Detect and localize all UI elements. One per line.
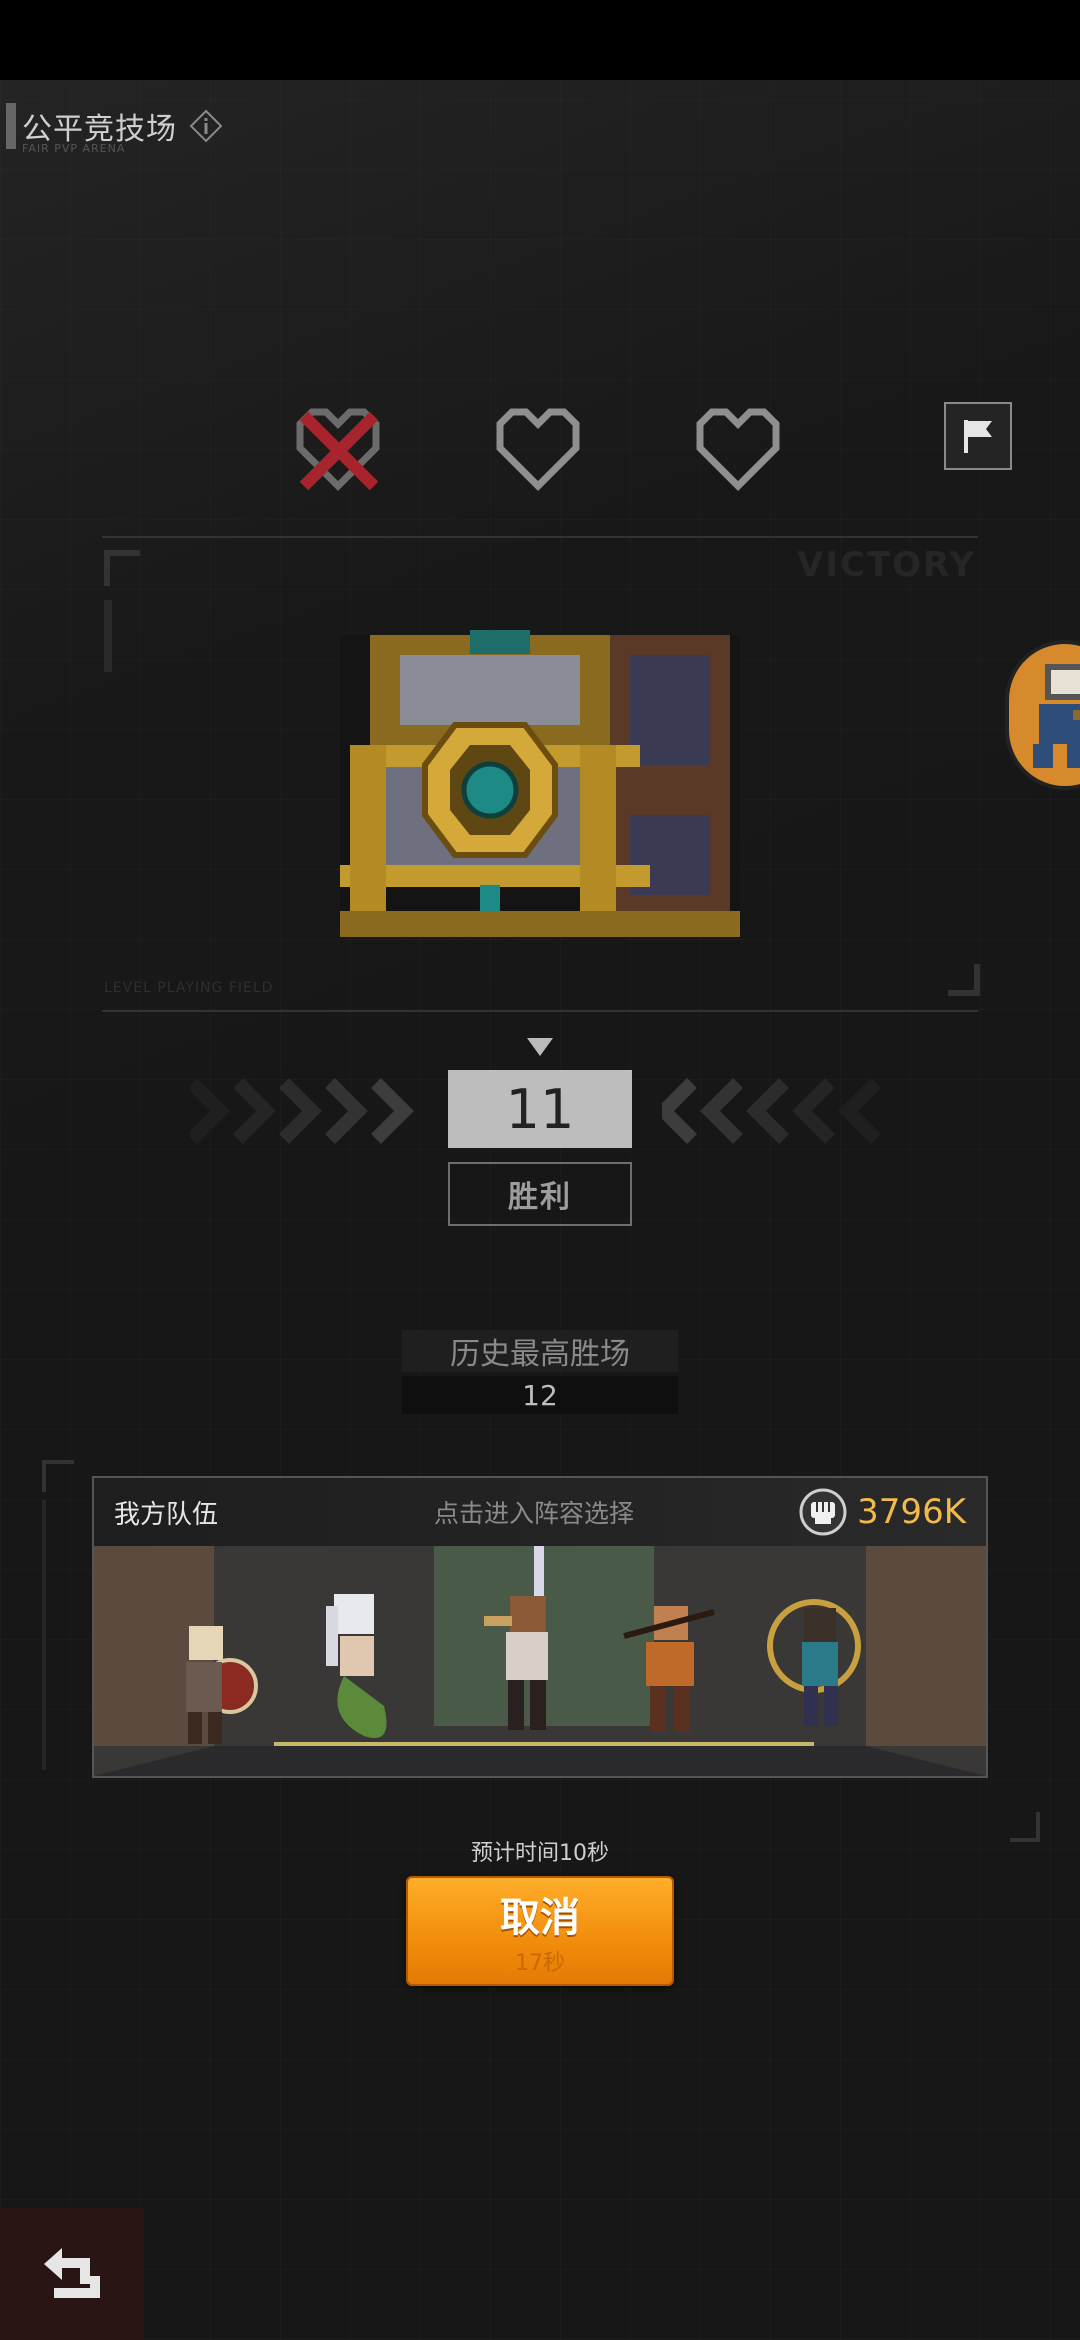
- return-arrow-icon: [44, 2248, 100, 2298]
- frame-decoration: [42, 1500, 46, 1770]
- frame-corner: [42, 1460, 74, 1492]
- title-accent-bar: [6, 103, 16, 149]
- lives-indicator: [290, 400, 786, 496]
- history-best-label: 历史最高胜场: [402, 1330, 678, 1372]
- progress-arrows-left: [190, 1075, 420, 1147]
- heart-lost-icon: [296, 408, 380, 491]
- cancel-matching-button[interactable]: 取消 17秒: [408, 1878, 672, 1984]
- pointer-icon: [527, 1038, 553, 1056]
- team-title: 我方队伍: [114, 1499, 219, 1530]
- heart-icon: [496, 408, 580, 491]
- divider-bottom: [102, 1010, 978, 1012]
- estimated-time: 预计时间10秒: [471, 1841, 609, 1866]
- history-best-value: 12: [402, 1376, 678, 1414]
- level-field-label: LEVEL PLAYING FIELD: [104, 980, 274, 996]
- chevron-right-icon: [190, 1078, 414, 1144]
- cancel-countdown: 17秒: [515, 1951, 565, 1976]
- team-lineup-image: [94, 1546, 986, 1776]
- info-icon[interactable]: [189, 109, 223, 143]
- team-select-hint: 点击进入阵容选择: [434, 1499, 635, 1528]
- team-power: 3796K: [799, 1488, 966, 1536]
- divider-top: [102, 536, 978, 538]
- fist-icon: [799, 1488, 847, 1536]
- frame-corner: [104, 550, 140, 586]
- flag-icon: [964, 420, 992, 453]
- surrender-flag-button[interactable]: [944, 402, 1012, 470]
- status-bar: [0, 0, 1080, 80]
- cancel-label: 取消: [500, 1894, 580, 1941]
- reward-chest-image: [340, 630, 740, 937]
- frame-decoration: [104, 600, 112, 672]
- progress-arrows-right: [662, 1075, 892, 1147]
- back-button[interactable]: [0, 2208, 144, 2340]
- victory-watermark: VICTORY: [797, 545, 976, 585]
- team-power-value: 3796K: [857, 1492, 966, 1532]
- team-panel[interactable]: 我方队伍 点击进入阵容选择 3796K: [92, 1476, 988, 1778]
- win-count: 11: [448, 1070, 632, 1148]
- frame-corner: [948, 964, 980, 996]
- team-panel-header: 我方队伍 点击进入阵容选择 3796K: [94, 1478, 986, 1546]
- win-label: 胜利: [448, 1162, 632, 1226]
- chevron-left-icon: [662, 1078, 881, 1144]
- heart-icon: [696, 408, 780, 491]
- page-subtitle: FAIR PVP ARENA: [22, 142, 126, 155]
